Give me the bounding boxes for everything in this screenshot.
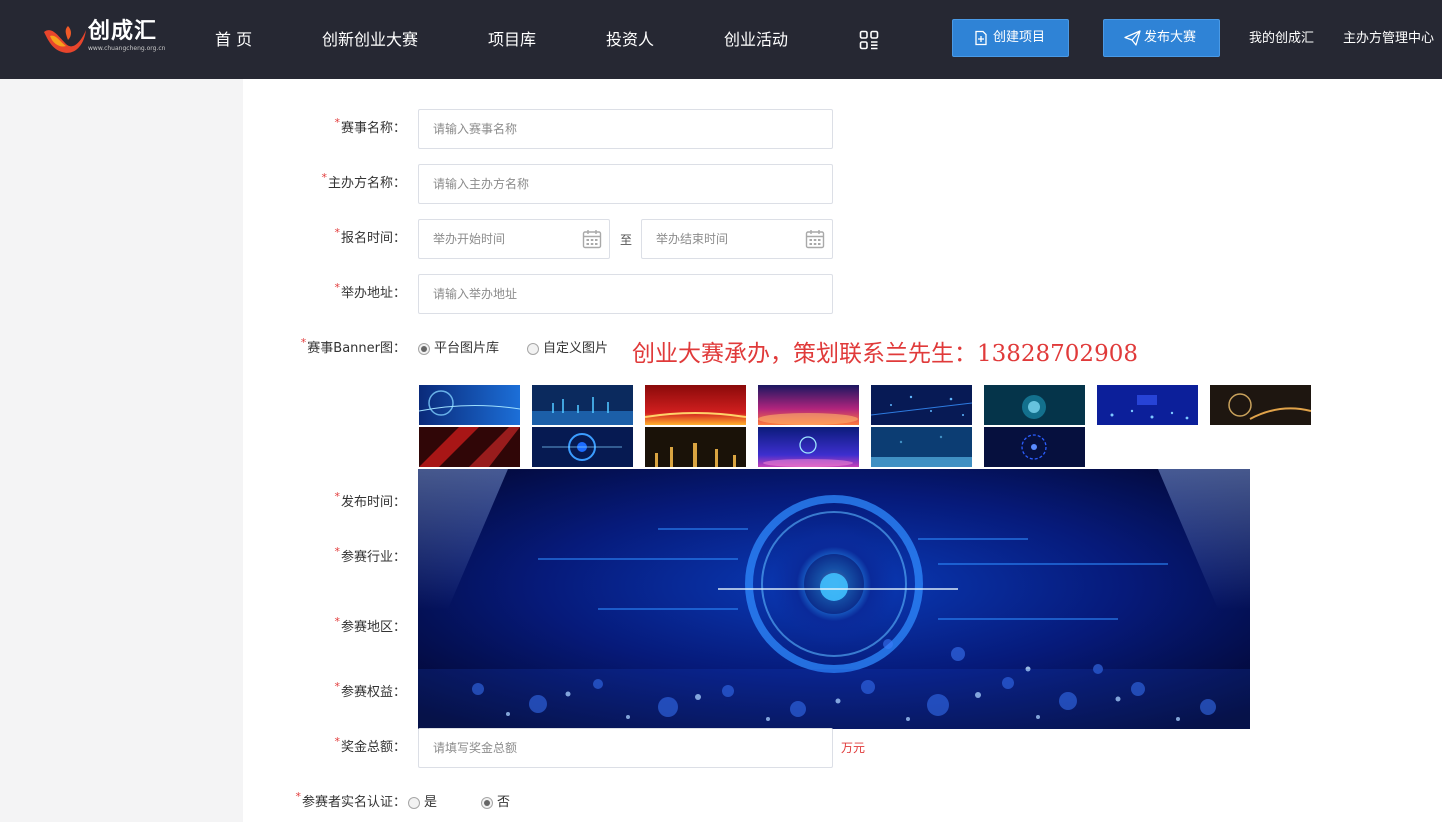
radio-dot [527,343,539,355]
left-sidebar-area [0,79,242,822]
logo-url-text: www.chuangcheng.org.cn [88,45,166,52]
contest-name-label: *赛事名称： [334,116,406,136]
required-asterisk: * [295,790,301,803]
promo-contact-text: 创业大赛承办，策划联系兰先生：13828702908 [632,341,1138,367]
required-asterisk: * [334,490,340,503]
banner-label: *赛事Banner图： [300,336,406,356]
publish-contest-label: 发布大赛 [1144,30,1197,45]
required-asterisk: * [321,171,327,184]
banner-thumbnail[interactable] [532,385,633,425]
paper-plane-icon [1124,30,1141,46]
app-grid-icon[interactable] [859,30,879,50]
publish-time-label: *发布时间： [334,490,406,510]
radio-realname-no[interactable]: 否 [481,793,510,813]
banner-thumbnail[interactable] [758,427,859,467]
signup-time-label: *报名时间： [334,226,406,246]
banner-thumbnail[interactable] [871,385,972,425]
top-navigation-bar: 创成汇 www.chuangcheng.org.cn 首 页 创新创业大赛 项目… [0,0,1442,79]
banner-thumbnail[interactable] [1097,385,1198,425]
organizer-center-link[interactable]: 主办方管理中心 [1343,29,1434,49]
radio-dot [481,797,493,809]
banner-thumbnail[interactable] [1210,385,1311,425]
banner-thumbnail[interactable] [645,385,746,425]
organizer-name-label: *主办方名称： [321,171,406,191]
calendar-icon[interactable] [582,229,602,249]
banner-preview-image [418,469,1250,729]
required-asterisk: * [300,336,307,349]
flame-logo-icon [44,26,86,53]
benefits-label: *参赛权益： [334,680,406,700]
calendar-icon[interactable] [805,229,825,249]
banner-thumbnail[interactable] [871,427,972,467]
radio-platform-library[interactable]: 平台图片库 [418,339,499,359]
nav-project-library[interactable]: 项目库 [488,29,536,51]
prize-total-label: *奖金总额： [334,735,406,755]
address-input[interactable] [418,274,833,314]
banner-thumbnail[interactable] [984,427,1085,467]
radio-realname-yes[interactable]: 是 [408,793,437,813]
create-project-label: 创建项目 [993,30,1046,45]
banner-thumbnail[interactable] [984,385,1085,425]
add-document-icon [975,30,987,46]
site-logo[interactable]: 创成汇 www.chuangcheng.org.cn [42,18,166,58]
my-account-link[interactable]: 我的创成汇 [1249,29,1314,49]
prize-unit: 万元 [841,741,866,755]
nav-innovation-contest[interactable]: 创新创业大赛 [322,29,418,51]
required-asterisk: * [334,281,340,294]
prize-total-input[interactable] [418,728,833,768]
industry-label: *参赛行业： [334,545,406,565]
create-project-button[interactable]: 创建项目 [952,19,1069,57]
address-label: *举办地址： [334,281,406,301]
required-asterisk: * [334,680,340,693]
banner-thumbnail[interactable] [532,427,633,467]
publish-contest-button[interactable]: 发布大赛 [1103,19,1220,57]
banner-thumbnail[interactable] [645,427,746,467]
nav-investors[interactable]: 投资人 [606,29,654,51]
required-asterisk: * [334,545,340,558]
organizer-name-input[interactable] [418,164,833,204]
realname-label: *参赛者实名认证： [295,790,406,810]
banner-thumbnail[interactable] [419,385,520,425]
required-asterisk: * [334,116,340,129]
required-asterisk: * [334,226,340,239]
region-label: *参赛地区： [334,615,406,635]
logo-wordmark: 创成汇 [88,19,158,44]
banner-thumbnail[interactable] [758,385,859,425]
radio-dot [408,797,420,809]
nav-home[interactable]: 首 页 [215,29,252,51]
date-range-separator: 至 [620,233,633,247]
banner-thumbnail[interactable] [419,427,520,467]
radio-dot [418,343,430,355]
contest-name-input[interactable] [418,109,833,149]
required-asterisk: * [334,615,340,628]
nav-startup-events[interactable]: 创业活动 [724,29,788,51]
radio-custom-image[interactable]: 自定义图片 [527,339,608,359]
required-asterisk: * [334,735,340,748]
